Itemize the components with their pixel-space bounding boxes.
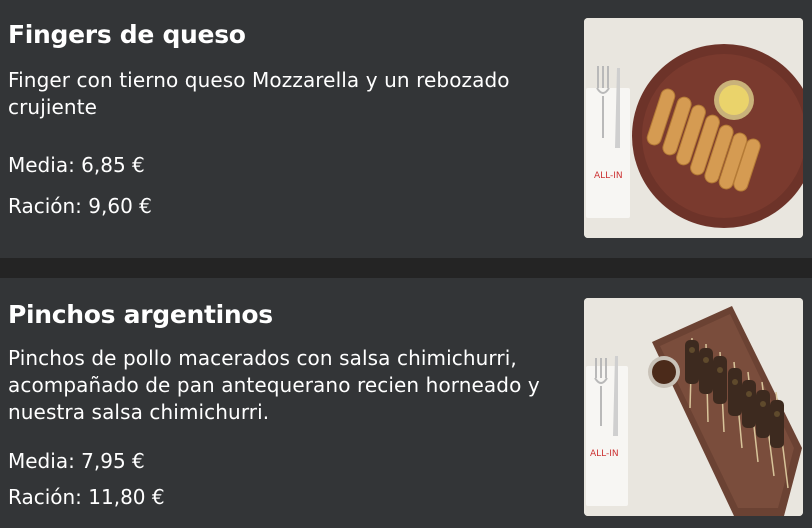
sauce-bowl-shape	[652, 360, 676, 384]
skewers-illustration: ALL-IN	[584, 298, 803, 516]
menu-item-title: Fingers de queso	[8, 20, 246, 49]
menu-item-title: Pinchos argentinos	[8, 300, 273, 329]
sauce-bowl-shape	[719, 85, 749, 115]
price-media: Media: 7,95 €	[8, 449, 145, 473]
menu-item-photo[interactable]: ALL-IN	[584, 18, 803, 238]
menu-item-description: Pinchos de pollo macerados con salsa chi…	[8, 346, 540, 424]
item-separator	[0, 258, 812, 278]
napkin-shape	[586, 88, 630, 218]
cheese-fingers-illustration: ALL-IN	[584, 18, 803, 238]
price-racion: Ración: 11,80 €	[8, 485, 165, 509]
brand-mark: ALL-IN	[590, 449, 619, 459]
price-media: Media: 6,85 €	[8, 153, 145, 177]
napkin-shape	[586, 366, 628, 506]
menu-item-card[interactable]: Fingers de queso Finger con tierno queso…	[0, 0, 812, 258]
menu-item-photo[interactable]: ALL-IN	[584, 298, 803, 516]
brand-mark: ALL-IN	[594, 171, 623, 181]
price-racion: Ración: 9,60 €	[8, 194, 152, 218]
menu-list: Fingers de queso Finger con tierno queso…	[0, 0, 812, 528]
menu-item-card[interactable]: Pinchos argentinos Pinchos de pollo mace…	[0, 278, 812, 528]
menu-item-description: Finger con tierno queso Mozzarella y un …	[8, 68, 510, 119]
